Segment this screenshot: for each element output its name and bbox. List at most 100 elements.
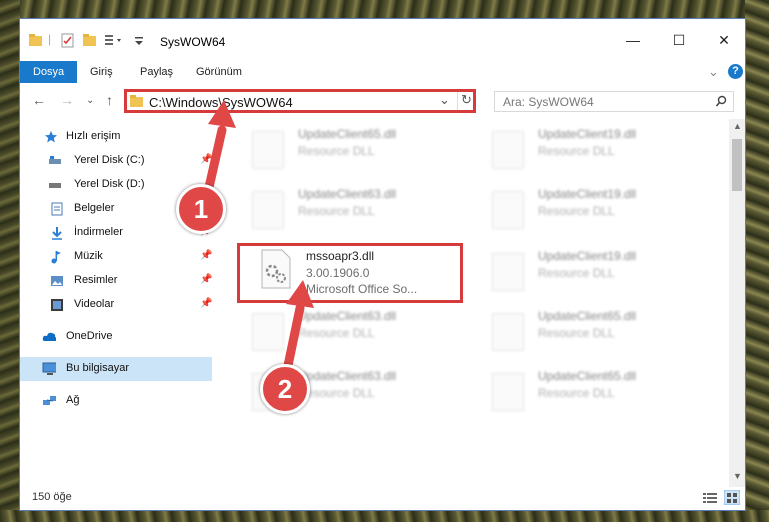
tab-dosya[interactable]: Dosya <box>20 61 78 83</box>
title-bar: | SysWOW64 — ☐ ✕ <box>20 19 745 61</box>
pictures-icon <box>51 276 63 286</box>
sidebar-item-network[interactable]: Ağ <box>20 389 212 413</box>
list-item[interactable]: UpdateClient65.dll Resource DLL <box>492 369 712 421</box>
refresh-icon[interactable]: ↻ <box>461 92 472 108</box>
minimize-button[interactable]: — <box>610 27 656 53</box>
up-arrow-icon[interactable]: ↑ <box>106 92 113 108</box>
search-icon[interactable] <box>715 95 728 108</box>
back-arrow-icon[interactable]: ← <box>32 92 46 108</box>
address-dropdown-icon[interactable]: ⌄ <box>439 92 450 108</box>
dll-file-icon <box>252 131 284 169</box>
dll-file-icon <box>492 253 524 291</box>
help-icon[interactable]: ? <box>728 64 743 79</box>
scroll-up-icon[interactable]: ▲ <box>733 121 742 131</box>
desktop-background <box>745 0 769 522</box>
tab-gorunum[interactable]: Görünüm <box>196 61 242 83</box>
file-description: Resource DLL <box>538 266 615 280</box>
dll-file-icon <box>492 191 524 229</box>
list-item[interactable]: UpdateClient65.dll Resource DLL <box>492 309 712 361</box>
file-name: UpdateClient19.dll <box>538 127 637 141</box>
item-count: 150 öğe <box>32 491 72 503</box>
tab-giris[interactable]: Giriş <box>90 61 113 83</box>
maximize-button[interactable]: ☐ <box>656 27 702 53</box>
vertical-scrollbar[interactable]: ▲ ▼ <box>729 119 745 487</box>
video-icon <box>51 299 63 311</box>
qa-dropdown-icon[interactable] <box>132 33 146 49</box>
file-description: Resource DLL <box>298 204 375 218</box>
file-description: Resource DLL <box>298 144 375 158</box>
list-item[interactable]: UpdateClient19.dll Resource DLL <box>492 249 712 301</box>
computer-icon <box>42 362 56 375</box>
ribbon-tabs: Dosya Giriş Paylaş Görünüm ⌄ ? <box>20 61 745 83</box>
sidebar-item-videos[interactable]: Videolar 📌 <box>20 293 212 317</box>
list-item[interactable]: UpdateClient63.dll Resource DLL <box>252 309 472 361</box>
sidebar-item-quick-access[interactable]: Hızlı erişim <box>20 125 212 149</box>
pin-icon: 📌 <box>200 274 213 285</box>
file-name: UpdateClient19.dll <box>538 249 637 263</box>
dll-file-icon <box>492 131 524 169</box>
status-bar: 150 öğe <box>20 485 745 510</box>
sidebar-item-label: İndirmeler <box>74 226 123 238</box>
sidebar-item-label: Belgeler <box>74 202 115 214</box>
search-placeholder: Ara: SysWOW64 <box>503 95 594 109</box>
file-description: Resource DLL <box>298 326 375 340</box>
forward-arrow-icon[interactable]: → <box>60 92 74 108</box>
file-name: UpdateClient63.dll <box>298 309 397 323</box>
desktop-background <box>0 0 769 18</box>
file-highlight-box <box>237 243 463 303</box>
sidebar-item-disk-c[interactable]: Yerel Disk (C:) 📌 <box>20 149 212 173</box>
new-folder-icon[interactable] <box>82 33 98 49</box>
drive-icon <box>49 156 61 164</box>
file-description: Resource DLL <box>538 204 615 218</box>
cloud-icon <box>42 332 56 341</box>
search-input[interactable]: Ara: SysWOW64 <box>494 91 734 112</box>
address-bar[interactable]: C:\Windows\SysWOW64 ⌄ ↻ <box>124 89 476 113</box>
pin-icon: 📌 <box>200 298 213 309</box>
sidebar-item-label: OneDrive <box>66 330 113 342</box>
ribbon-expand-icon[interactable]: ⌄ <box>708 61 719 83</box>
address-divider <box>457 92 458 110</box>
sidebar-item-label: Bu bilgisayar <box>66 362 129 374</box>
file-name: UpdateClient63.dll <box>298 187 397 201</box>
file-name: UpdateClient65.dll <box>298 127 397 141</box>
sidebar-item-label: Resimler <box>74 274 118 286</box>
drive-icon <box>49 183 61 188</box>
desktop-background <box>0 0 20 522</box>
recent-locations-icon[interactable]: ⌄ <box>86 95 94 106</box>
customize-toolbar-icon[interactable] <box>104 33 128 49</box>
details-view-icon[interactable] <box>702 491 718 504</box>
file-description: Resource DLL <box>538 326 615 340</box>
scroll-thumb[interactable] <box>732 139 742 191</box>
list-item[interactable]: UpdateClient63.dll Resource DLL <box>252 187 472 239</box>
navigation-pane: Hızlı erişim Yerel Disk (C:) 📌 Yerel Dis… <box>20 119 212 479</box>
network-icon <box>43 396 56 405</box>
dll-file-icon <box>492 373 524 411</box>
list-item[interactable]: UpdateClient65.dll Resource DLL <box>252 127 472 179</box>
tiles-view-icon[interactable] <box>724 490 740 505</box>
sidebar-item-this-pc[interactable]: Bu bilgisayar <box>20 357 212 381</box>
scroll-down-icon[interactable]: ▼ <box>733 471 742 481</box>
list-item[interactable]: UpdateClient19.dll Resource DLL <box>492 127 712 179</box>
pin-icon: 📌 <box>200 154 213 165</box>
list-item[interactable]: UpdateClient19.dll Resource DLL <box>492 187 712 239</box>
sidebar-item-label: Müzik <box>74 250 103 262</box>
desktop-background <box>0 510 769 522</box>
folder-icon <box>130 95 143 107</box>
close-button[interactable]: ✕ <box>701 27 745 53</box>
sidebar-item-pictures[interactable]: Resimler 📌 <box>20 269 212 293</box>
file-explorer-window: | SysWOW64 — ☐ ✕ Dosya Giriş Paylaş Görü… <box>19 18 746 511</box>
tab-paylas[interactable]: Paylaş <box>140 61 173 83</box>
file-description: Resource DLL <box>538 144 615 158</box>
qa-separator: | <box>48 32 52 46</box>
step-1-badge: 1 <box>176 184 226 234</box>
folder-icon <box>29 34 42 46</box>
properties-icon[interactable] <box>60 33 76 49</box>
pin-icon: 📌 <box>200 250 213 261</box>
sidebar-item-label: Hızlı erişim <box>66 130 121 142</box>
sidebar-item-music[interactable]: Müzik 📌 <box>20 245 212 269</box>
file-name: UpdateClient19.dll <box>538 187 637 201</box>
sidebar-item-onedrive[interactable]: OneDrive <box>20 325 212 349</box>
file-name: UpdateClient63.dll <box>298 369 397 383</box>
window-title: SysWOW64 <box>160 35 226 49</box>
dll-file-icon <box>252 313 284 351</box>
